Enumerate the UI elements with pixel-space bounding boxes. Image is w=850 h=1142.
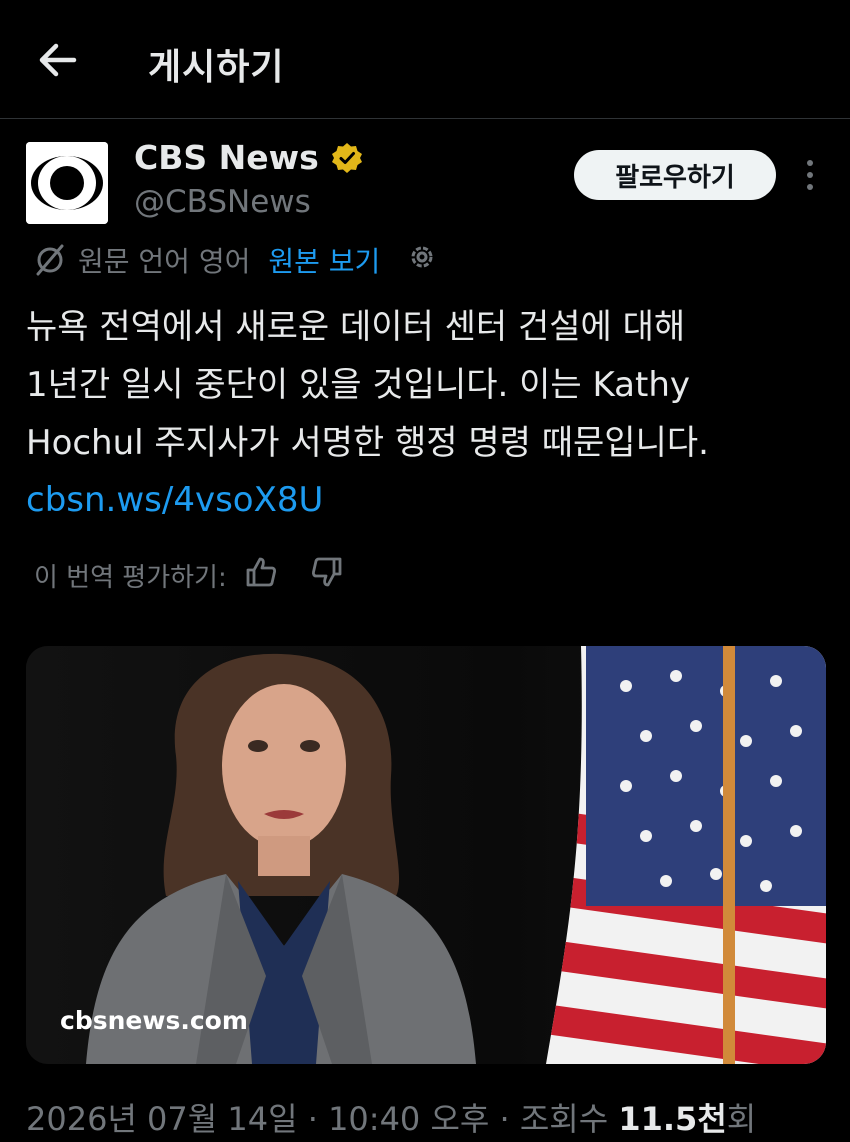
thumbs-up-button[interactable]	[243, 556, 279, 595]
post-body-line: Hochul 주지사가 서명한 행정 명령 때문입니다.	[26, 423, 709, 463]
post-time[interactable]: 10:40 오후	[328, 1100, 489, 1138]
translation-settings-button[interactable]	[408, 243, 436, 278]
avatar[interactable]	[26, 142, 108, 224]
author-handle[interactable]: @CBSNews	[134, 184, 311, 220]
author-name-row[interactable]: CBS News	[134, 138, 363, 177]
views-suffix: 회	[726, 1100, 757, 1138]
post-image[interactable]	[26, 646, 826, 1064]
views-label: 조회수	[519, 1100, 609, 1138]
separator: ·	[499, 1100, 510, 1138]
views-count: 11.5천	[618, 1100, 727, 1138]
post-body: 뉴욕 전역에서 새로운 데이터 센터 건설에 대해 1년간 일시 중단이 있을 …	[26, 298, 836, 472]
translate-icon	[36, 244, 64, 276]
show-original-link[interactable]: 원본 보기	[268, 240, 380, 280]
top-bar: 게시하기	[0, 0, 850, 119]
post-body-line: 1년간 일시 중단이 있을 것입니다. 이는 Kathy	[26, 365, 691, 405]
verified-badge-icon	[331, 142, 362, 173]
more-vertical-icon	[807, 160, 813, 190]
author-name[interactable]: CBS News	[134, 138, 319, 177]
arrow-left-icon	[39, 43, 77, 77]
post-metadata: 2026년 07월 14일 · 10:40 오후 · 조회수 11.5천회	[26, 1094, 756, 1140]
image-watermark: cbsnews.com	[60, 1006, 248, 1035]
follow-button[interactable]: 팔로우하기	[574, 150, 776, 200]
thumbs-up-icon	[246, 557, 276, 587]
more-button[interactable]	[798, 158, 822, 192]
gear-icon	[411, 246, 433, 267]
thumbs-down-button[interactable]	[309, 556, 345, 595]
rate-translation-label: 이 번역 평가하기:	[34, 563, 227, 593]
cbs-logo-icon	[26, 142, 108, 224]
post-link[interactable]: cbsn.ws/4vsoX8U	[26, 480, 323, 520]
separator: ·	[307, 1100, 318, 1138]
page-title: 게시하기	[148, 47, 285, 88]
post-date[interactable]: 2026년 07월 14일	[26, 1100, 298, 1138]
post-body-line: 뉴욕 전역에서 새로운 데이터 센터 건설에 대해	[26, 307, 686, 347]
rate-translation: 이 번역 평가하기:	[34, 556, 345, 595]
language-note: 원문 언어 영어	[78, 245, 251, 278]
back-button[interactable]	[36, 40, 80, 80]
thumbs-down-icon	[311, 557, 342, 587]
photo-of-speaker-with-flag	[26, 646, 826, 1064]
translation-note: 원문 언어 영어 원본 보기	[32, 240, 436, 280]
